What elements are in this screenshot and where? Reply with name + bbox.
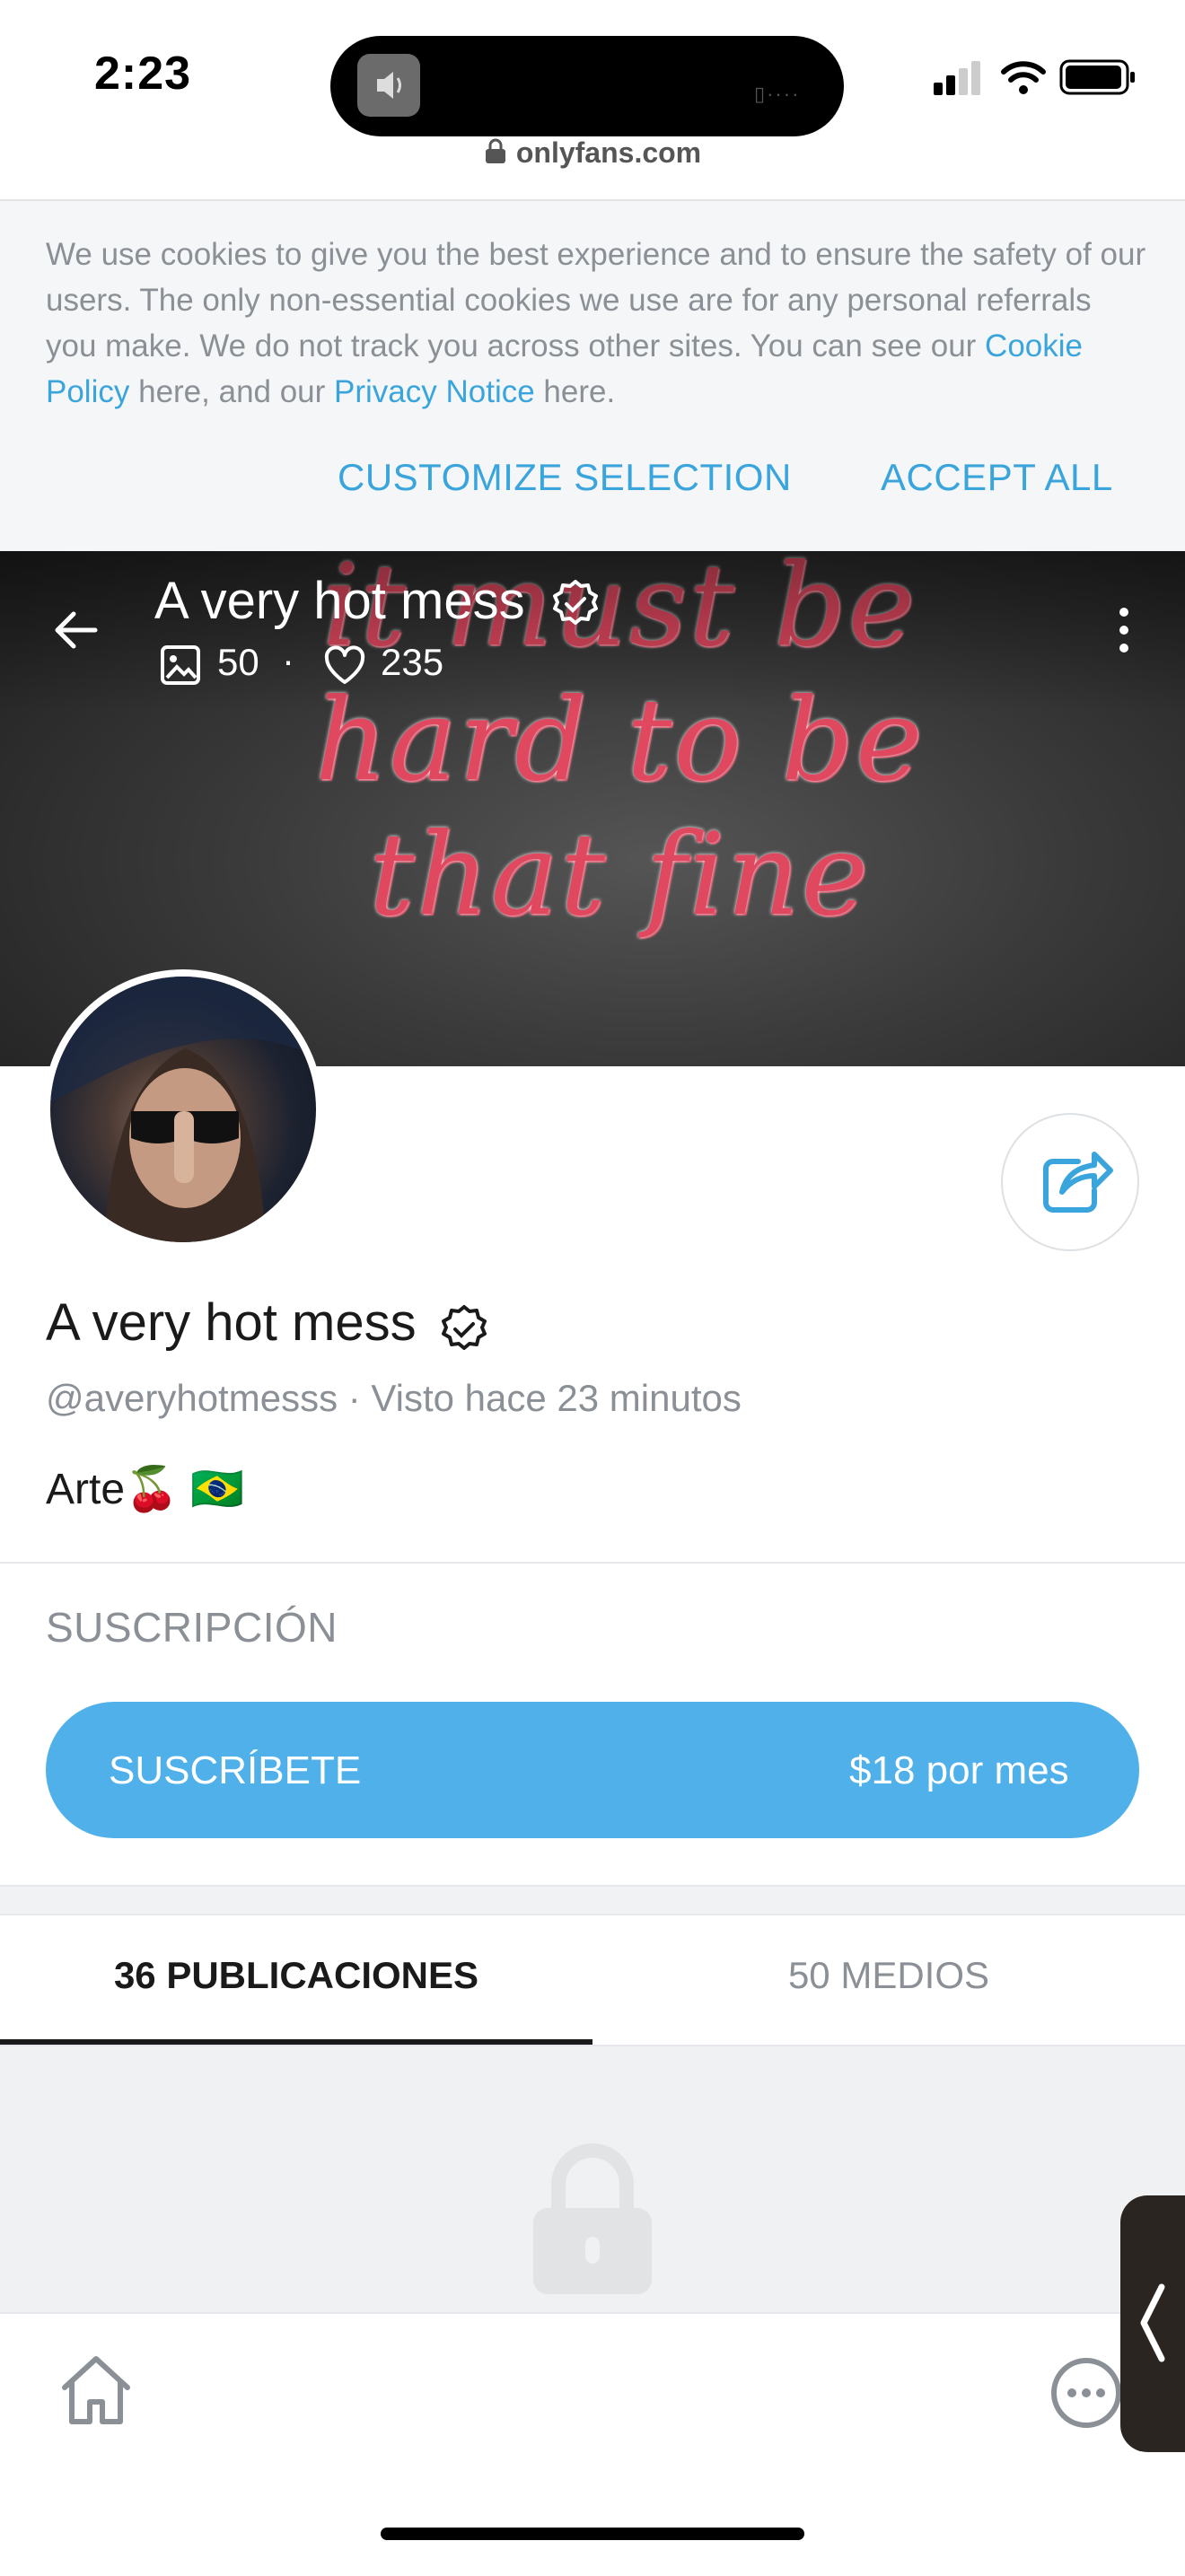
subscribe-price: $18 por mes — [849, 1748, 1069, 1792]
tab-media[interactable]: 50 MEDIOS — [592, 1914, 1185, 2045]
home-icon[interactable] — [56, 2350, 136, 2431]
cellular-signal-icon — [934, 61, 980, 95]
address-bar[interactable]: onlyfans.com — [0, 136, 1185, 181]
likes-count: 235 — [381, 641, 444, 683]
verified-badge-icon — [553, 580, 598, 625]
profile-name: A very hot mess — [46, 1293, 417, 1352]
verified-badge-icon — [442, 1305, 487, 1350]
cookie-text-part: here, and our — [129, 374, 335, 409]
lock-icon — [533, 2143, 652, 2294]
section-separator — [0, 1885, 1185, 1915]
share-button[interactable] — [1001, 1113, 1139, 1251]
lock-small-icon — [485, 138, 505, 163]
photo-icon — [161, 645, 200, 685]
active-tab-indicator — [0, 2039, 592, 2045]
share-icon — [1043, 1152, 1113, 1213]
photos-count: 50 — [217, 641, 259, 683]
heart-icon — [324, 645, 365, 684]
cookie-text-part: here. — [534, 374, 616, 409]
profile-handle-status: @averyhotmesss · Visto hace 23 minutos — [46, 1377, 742, 1419]
separator-dot: · — [282, 639, 294, 681]
tab-posts[interactable]: 36 PUBLICACIONES — [0, 1914, 592, 2045]
subscription-heading: SUSCRIPCIÓN — [46, 1604, 338, 1651]
back-arrow-icon[interactable] — [47, 601, 104, 659]
avatar-photo — [50, 977, 316, 1242]
island-indicator: ▯···· — [754, 83, 801, 105]
subscribe-label: SUSCRÍBETE — [109, 1748, 362, 1792]
accept-all-button[interactable]: ACCEPT ALL — [881, 456, 1113, 499]
divider — [0, 1562, 1185, 1564]
more-vertical-icon[interactable] — [1113, 603, 1135, 657]
chat-more-icon[interactable] — [1049, 2355, 1124, 2431]
privacy-notice-link[interactable]: Privacy Notice — [334, 374, 535, 409]
url-text: onlyfans.com — [515, 136, 702, 169]
profile-bio: Arte🍒 🇧🇷 — [46, 1466, 244, 1513]
wifi-icon — [1001, 61, 1046, 94]
chevron-left-icon — [1140, 2283, 1165, 2362]
status-time: 2:23 — [94, 48, 192, 100]
battery-icon — [1059, 59, 1135, 95]
cookie-text: We use cookies to give you the best expe… — [46, 232, 1150, 415]
header-name: A very hot mess — [154, 572, 525, 630]
customize-selection-button[interactable]: CUSTOMIZE SELECTION — [338, 456, 792, 499]
home-indicator[interactable] — [381, 2528, 804, 2540]
speaker-icon — [357, 54, 420, 117]
cookie-text-part: We use cookies to give you the best expe… — [46, 237, 1146, 364]
